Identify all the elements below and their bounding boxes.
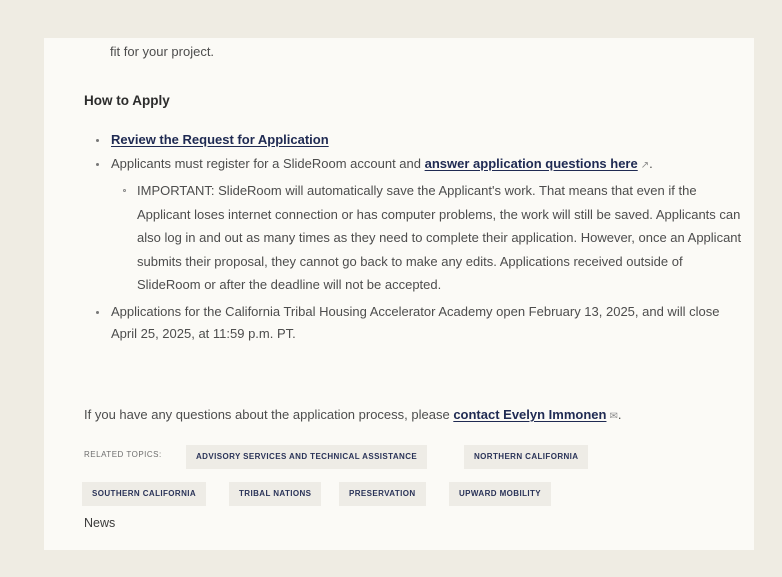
contact-evelyn-link[interactable]: contact Evelyn Immonen xyxy=(453,407,606,422)
period: . xyxy=(617,407,622,422)
content-card: fit for your project. How to Apply Revie… xyxy=(44,38,754,550)
external-link-icon: ↗ xyxy=(640,160,650,171)
apply-list: Review the Request for Application Appli… xyxy=(84,129,744,347)
sub-list: IMPORTANT: SlideRoom will automatically … xyxy=(111,179,744,297)
important-note: IMPORTANT: SlideRoom will automatically … xyxy=(111,179,744,297)
contact-text: If you have any questions about the appl… xyxy=(84,407,454,422)
news-heading: News xyxy=(84,516,116,530)
list-item: Applications for the California Tribal H… xyxy=(84,301,744,345)
tag-preservation[interactable]: PRESERVATION xyxy=(339,482,426,506)
tag-advisory-services[interactable]: ADVISORY SERVICES AND TECHNICAL ASSISTAN… xyxy=(186,445,428,469)
tag-tribal-nations[interactable]: TRIBAL NATIONS xyxy=(229,482,322,506)
email-icon: ✉ xyxy=(609,411,618,422)
related-topics-label: RELATED TOPICS: xyxy=(84,450,162,459)
intro-text: fit for your project. xyxy=(110,44,215,59)
register-text: Applicants must register for a SlideRoom… xyxy=(111,156,425,171)
list-item: Applicants must register for a SlideRoom… xyxy=(84,153,744,297)
period: . xyxy=(649,156,653,171)
contact-line: If you have any questions about the appl… xyxy=(84,407,621,422)
section-heading: How to Apply xyxy=(84,93,170,108)
review-rfa-link[interactable]: Review the Request for Application xyxy=(111,132,329,147)
application-questions-link[interactable]: answer application questions here xyxy=(425,156,638,171)
tag-northern-california[interactable]: NORTHERN CALIFORNIA xyxy=(464,445,589,469)
list-item: Review the Request for Application xyxy=(84,129,744,151)
tag-southern-california[interactable]: SOUTHERN CALIFORNIA xyxy=(82,482,207,506)
tag-upward-mobility[interactable]: UPWARD MOBILITY xyxy=(449,482,551,506)
